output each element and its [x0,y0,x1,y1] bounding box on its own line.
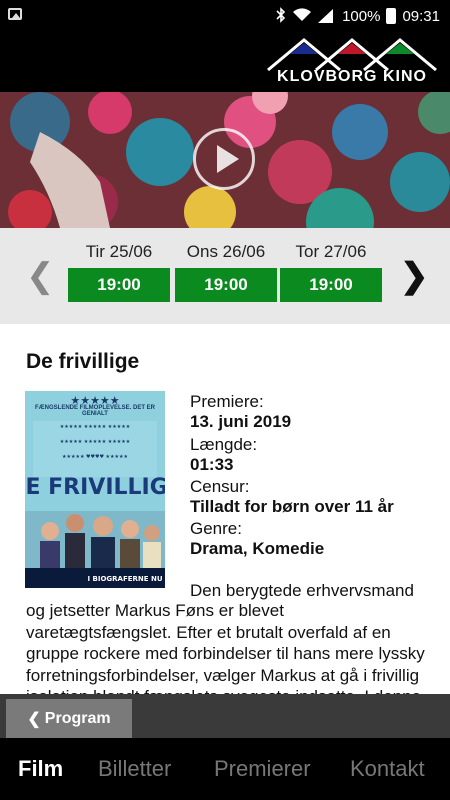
day-label: Ons 26/06 [186,242,266,261]
gallery-notification-icon [8,8,22,20]
svg-text:★★★★★ ★★★★★ ★★★★★: ★★★★★ ★★★★★ ★★★★★ [60,424,131,430]
premiere-label: Premiere: [190,392,264,411]
day-label: Tor 27/06 [295,242,367,261]
tab-film[interactable]: Film [18,756,63,782]
movie-title: De frivillige [26,350,140,373]
movie-poster: ★★★★★ ★★★★★ ★★★★★ ★★★★★ ★★★★★ ★★★★★ ★★★★… [25,391,165,588]
logo-text: KLOVBORG KINO [277,68,427,85]
back-button-label: Program [44,709,111,727]
poster-tagline: FÆNGSLENDE FILMOPLEVELSE. DET ER GENIALT [34,405,155,417]
status-bar: 100% 09:31 [0,0,450,32]
day-label: Tir 25/06 [85,242,153,261]
wifi-icon [292,7,312,25]
svg-text:★★★★★ ♥♥♥♥ ★★★★★: ★★★★★ ♥♥♥♥ ★★★★★ [62,454,128,460]
back-to-program-button[interactable]: ❮ Program [6,699,132,738]
premiere-value: 13. juni 2019 [190,412,292,431]
genre-label: Genre: [190,519,242,538]
genre-value: Drama, Komedie [190,539,325,558]
showtime-button[interactable]: 19:00 [175,268,277,302]
length-value: 01:33 [190,455,234,474]
signal-icon [318,9,336,23]
censor-value: Tilladt for børn over 11 år [190,497,394,516]
battery-percent: 100% [342,7,381,25]
bluetooth-icon [276,6,286,26]
play-button[interactable] [193,128,255,190]
showtime-button[interactable]: 19:00 [280,268,382,302]
status-icons: 100% 09:31 [276,6,440,26]
klovborg-logo[interactable]: KLOVBORG KINO [266,36,438,88]
censor-label: Censur: [190,477,250,496]
app-bar: KLOVBORG KINO [0,32,450,92]
previous-days-chevron-icon[interactable]: ❮ [26,256,55,296]
description-text: og jetsetter Markus Føns er blevet varet… [26,601,425,706]
tab-billetter[interactable]: Billetter [98,756,171,782]
svg-text:DE FRIVILLIGE: DE FRIVILLIGE [25,475,165,500]
svg-text:I BIOGRAFERNE NU: I BIOGRAFERNE NU [87,575,162,583]
battery-icon [386,8,397,24]
length-label: Længde: [190,435,258,454]
tab-kontakt[interactable]: Kontakt [350,756,425,782]
tab-premierer[interactable]: Premierer [214,756,311,782]
clock: 09:31 [402,7,440,25]
chevron-left-icon: ❮ [27,710,41,728]
description-first-line: Den berygtede erhvervsmand [190,581,414,600]
svg-text:★★★★★ ★★★★★ ★★★★★: ★★★★★ ★★★★★ ★★★★★ [60,439,131,445]
next-days-chevron-icon[interactable]: ❯ [400,256,429,296]
showtime-button[interactable]: 19:00 [68,268,170,302]
